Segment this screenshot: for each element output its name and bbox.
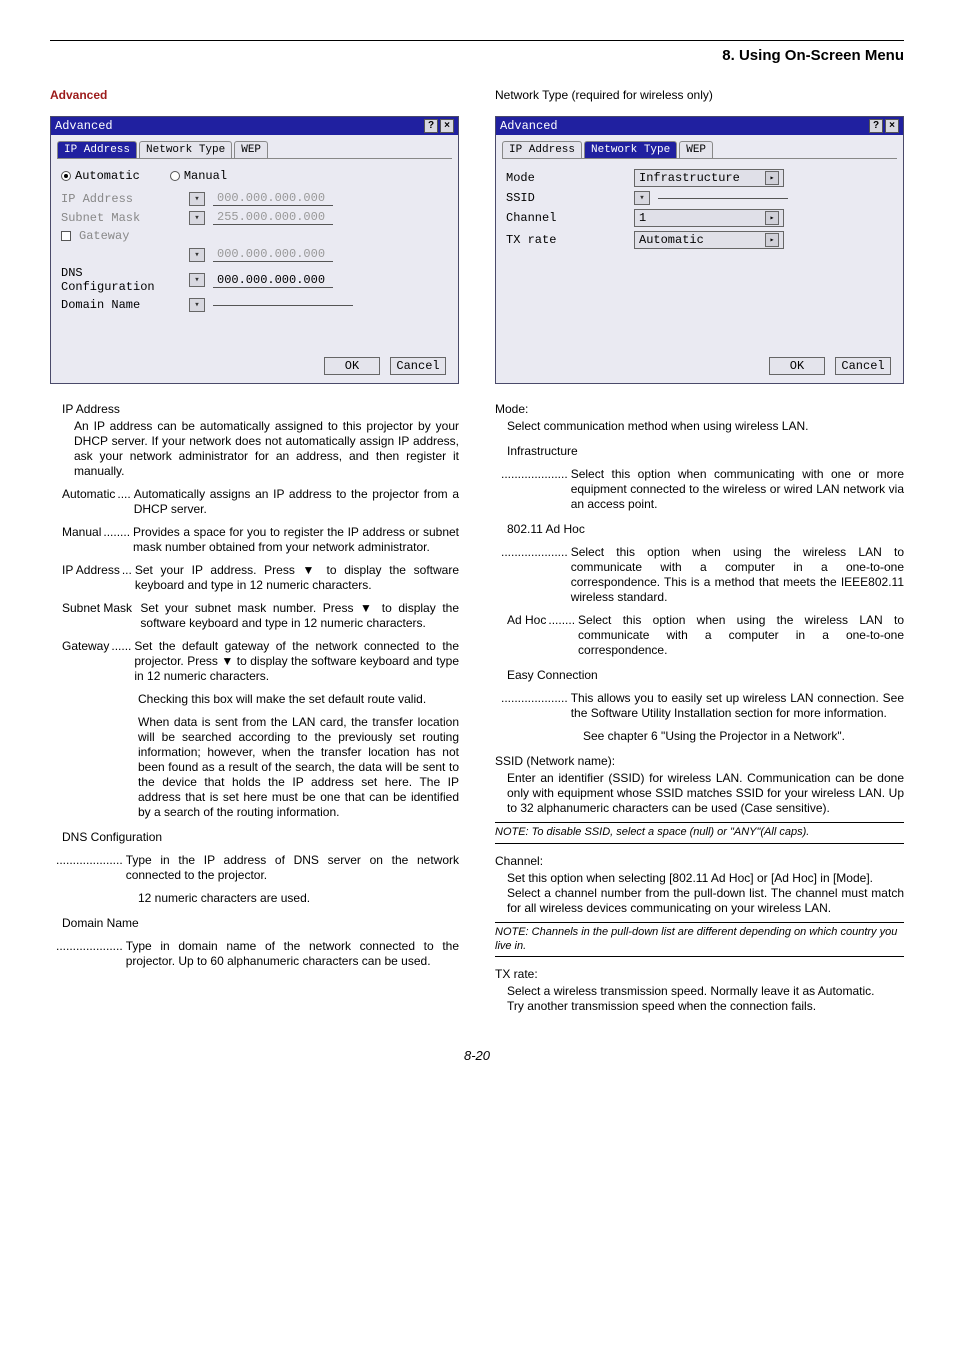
paragraph: Select this option when using the wirele…: [571, 545, 904, 605]
cancel-button[interactable]: Cancel: [835, 357, 891, 375]
paragraph: Type in domain name of the network conne…: [126, 939, 459, 969]
network-type-heading: Network Type (required for wireless only…: [495, 88, 904, 102]
heading-dns-config: DNS Configuration: [62, 830, 459, 845]
tab-ip-address[interactable]: IP Address: [57, 141, 137, 158]
cancel-button[interactable]: Cancel: [390, 357, 446, 375]
term-subnet-mask: Subnet Mask: [62, 601, 132, 631]
paragraph: Select a wireless transmission speed. No…: [507, 984, 904, 999]
close-button[interactable]: ×: [440, 119, 454, 133]
help-button[interactable]: ?: [869, 119, 883, 133]
heading-domain-name: Domain Name: [62, 916, 459, 931]
radio-automatic[interactable]: Automatic: [61, 169, 140, 183]
tab-network-type[interactable]: Network Type: [584, 141, 677, 158]
heading-ip-address: IP Address: [62, 402, 459, 417]
paragraph: Type in the IP address of DNS server on …: [126, 853, 459, 883]
dialog-title: Advanced: [500, 119, 867, 133]
advanced-heading: Advanced: [50, 88, 459, 102]
paragraph: Select this option when using the wirele…: [578, 613, 904, 658]
label-ip-address: IP Address: [61, 192, 181, 206]
heading-channel: Channel:: [495, 854, 904, 869]
chevron-right-icon: ▸: [765, 171, 779, 185]
radio-icon: [61, 171, 71, 181]
keyboard-button[interactable]: [189, 248, 205, 262]
paragraph: Try another transmission speed when the …: [507, 999, 904, 1014]
keyboard-button[interactable]: [189, 298, 205, 312]
value-ip-address: 000.000.000.000: [213, 191, 333, 206]
radio-manual[interactable]: Manual: [170, 169, 227, 183]
note-ssid: NOTE: To disable SSID, select a space (n…: [495, 822, 904, 844]
help-button[interactable]: ?: [424, 119, 438, 133]
paragraph: 12 numeric characters are used.: [138, 891, 459, 906]
tab-network-type[interactable]: Network Type: [139, 141, 232, 158]
heading-tx-rate: TX rate:: [495, 967, 904, 982]
label-tx-rate: TX rate: [506, 233, 626, 247]
heading-mode: Mode:: [495, 402, 904, 417]
heading-infrastructure: Infrastructure: [507, 444, 904, 459]
keyboard-button[interactable]: [189, 211, 205, 225]
term-adhoc: Ad Hoc: [507, 613, 546, 658]
paragraph: Select a channel number from the pull-do…: [507, 886, 904, 916]
label-ssid: SSID: [506, 191, 626, 205]
value-subnet-mask: 255.000.000.000: [213, 210, 333, 225]
heading-easy-connection: Easy Connection: [507, 668, 904, 683]
section-title: 8. Using On-Screen Menu: [722, 47, 904, 64]
value-ssid: [658, 198, 788, 199]
value-dns-config: 000.000.000.000: [213, 273, 333, 288]
label-domain-name: Domain Name: [61, 298, 181, 312]
paragraph: See chapter 6 "Using the Projector in a …: [583, 729, 904, 744]
label-gateway: Gateway: [79, 229, 183, 243]
note-channel: NOTE: Channels in the pull-down list are…: [495, 922, 904, 958]
tab-ip-address[interactable]: IP Address: [502, 141, 582, 158]
chevron-right-icon: ▸: [765, 211, 779, 225]
page-number: 8-20: [50, 1048, 904, 1063]
label-dns-config: DNS Configuration: [61, 266, 181, 294]
term-manual: Manual: [62, 525, 101, 555]
label-channel: Channel: [506, 211, 626, 225]
paragraph: Automatically assigns an IP address to t…: [134, 487, 459, 517]
dropdown-channel[interactable]: 1 ▸: [634, 209, 784, 227]
label-subnet-mask: Subnet Mask: [61, 211, 181, 225]
paragraph: Select communication method when using w…: [507, 419, 904, 434]
radio-icon: [170, 171, 180, 181]
label-mode: Mode: [506, 171, 626, 185]
dialog-ip-address: Advanced ? × IP Address Network Type WEP…: [50, 116, 459, 384]
paragraph: Set this option when selecting [802.11 A…: [507, 871, 904, 886]
value-gateway: 000.000.000.000: [213, 247, 333, 262]
chevron-right-icon: ▸: [765, 233, 779, 247]
keyboard-button[interactable]: [189, 192, 205, 206]
dropdown-mode[interactable]: Infrastructure ▸: [634, 169, 784, 187]
value-domain-name: [213, 305, 353, 306]
keyboard-button[interactable]: [189, 273, 205, 287]
dialog-network-type: Advanced ? × IP Address Network Type WEP…: [495, 116, 904, 384]
paragraph: An IP address can be automatically assig…: [74, 419, 459, 479]
paragraph: Checking this box will make the set defa…: [138, 692, 459, 707]
paragraph: Provides a space for you to register the…: [133, 525, 459, 555]
paragraph: Select this option when communicating wi…: [571, 467, 904, 512]
term-ip-address: IP Address: [62, 563, 120, 593]
checkbox-gateway[interactable]: [61, 231, 71, 241]
dropdown-tx-rate[interactable]: Automatic ▸: [634, 231, 784, 249]
paragraph: Enter an identifier (SSID) for wireless …: [507, 771, 904, 816]
paragraph: This allows you to easily set up wireles…: [571, 691, 904, 721]
ok-button[interactable]: OK: [769, 357, 825, 375]
term-automatic: Automatic: [62, 487, 115, 517]
term-gateway: Gateway: [62, 639, 109, 684]
heading-adhoc: 802.11 Ad Hoc: [507, 522, 904, 537]
close-button[interactable]: ×: [885, 119, 899, 133]
paragraph: Set your IP address. Press ▼ to display …: [135, 563, 459, 593]
heading-ssid: SSID (Network name):: [495, 754, 904, 769]
paragraph: Set your subnet mask number. Press ▼ to …: [140, 601, 459, 631]
dialog-title: Advanced: [55, 119, 422, 133]
paragraph: When data is sent from the LAN card, the…: [138, 715, 459, 820]
tab-wep[interactable]: WEP: [234, 141, 268, 158]
paragraph: Set the default gateway of the network c…: [134, 639, 459, 684]
tab-wep[interactable]: WEP: [679, 141, 713, 158]
ok-button[interactable]: OK: [324, 357, 380, 375]
keyboard-button[interactable]: [634, 191, 650, 205]
